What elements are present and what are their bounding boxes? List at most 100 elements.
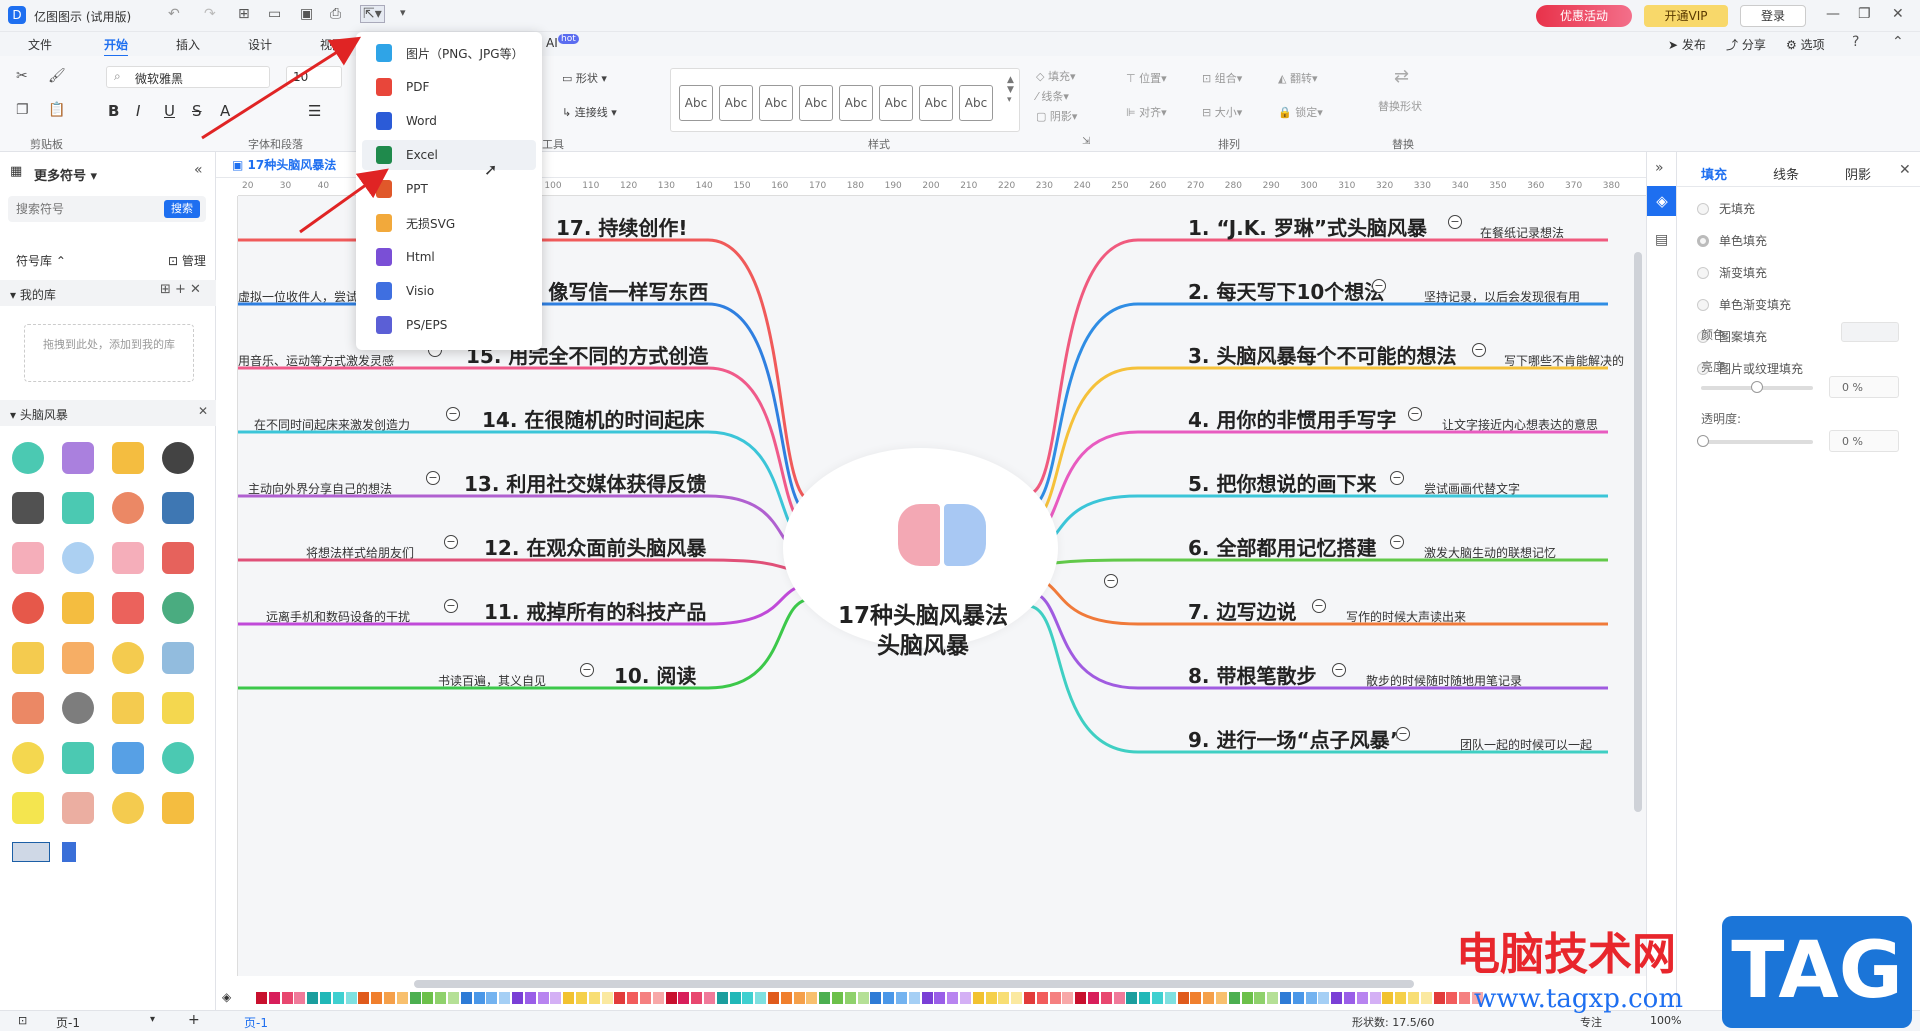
- format-painter-icon[interactable]: 🖌: [48, 68, 66, 84]
- gallery-scroll-icon[interactable]: ▲ ▼ ▾: [1007, 75, 1014, 105]
- brainstorm-symbol-icon[interactable]: [62, 442, 94, 474]
- collapse-toggle-icon[interactable]: −: [1390, 471, 1404, 485]
- palette-swatch[interactable]: [1331, 992, 1343, 1004]
- brainstorm-symbol-icon[interactable]: [162, 492, 194, 524]
- palette-swatch[interactable]: [1216, 992, 1227, 1004]
- library-actions-icon[interactable]: ⊞ + ✕: [160, 282, 201, 297]
- radio-icon[interactable]: [1697, 298, 1709, 311]
- export-menu-item[interactable]: Html: [362, 242, 536, 272]
- redo-icon[interactable]: ↷: [204, 6, 216, 22]
- promo-button[interactable]: 优惠活动: [1536, 5, 1632, 27]
- palette-swatch[interactable]: [1062, 992, 1074, 1004]
- palette-swatch[interactable]: [1254, 992, 1266, 1004]
- login-button[interactable]: 登录: [1740, 5, 1806, 27]
- new-icon[interactable]: ⊞: [238, 6, 250, 22]
- tab-shadow[interactable]: 阴影: [1845, 164, 1871, 183]
- collapse-toggle-icon[interactable]: −: [1408, 407, 1422, 421]
- customize-chevron-icon[interactable]: ▾: [400, 6, 406, 19]
- palette-swatch[interactable]: [358, 992, 370, 1004]
- brainstorm-symbol-icon[interactable]: [162, 442, 194, 474]
- palette-swatch[interactable]: [1267, 992, 1279, 1004]
- style-swatch[interactable]: Abc: [719, 85, 753, 121]
- collapse-toggle-icon[interactable]: −: [1372, 279, 1386, 293]
- brainstorm-symbol-icon[interactable]: [12, 792, 44, 824]
- paste-icon[interactable]: 📋: [48, 102, 65, 118]
- export-menu-item[interactable]: Excel: [362, 140, 536, 170]
- manage-button[interactable]: ⊡ 管理: [168, 252, 206, 269]
- export-menu-item[interactable]: PDF: [362, 72, 536, 102]
- palette-swatch[interactable]: [793, 992, 805, 1004]
- brainstorm-symbol-icon[interactable]: [62, 842, 76, 862]
- brainstorm-symbol-icon[interactable]: [112, 792, 144, 824]
- palette-swatch[interactable]: [729, 992, 741, 1004]
- radio-icon[interactable]: [1697, 234, 1709, 247]
- export-menu-item[interactable]: Word: [362, 106, 536, 136]
- palette-swatch[interactable]: [1139, 992, 1151, 1004]
- help-icon[interactable]: ?: [1852, 34, 1859, 50]
- menu-insert[interactable]: 插入: [176, 36, 200, 53]
- bold-icon[interactable]: B: [108, 102, 119, 120]
- line-button[interactable]: ⁄ 线条▾: [1036, 88, 1069, 104]
- palette-swatch[interactable]: [691, 992, 703, 1004]
- library-toggle[interactable]: 符号库 ⌃: [16, 252, 66, 269]
- branch-topic[interactable]: 13. 利用社交媒体获得反馈: [464, 468, 706, 497]
- palette-swatch[interactable]: [1459, 992, 1471, 1004]
- fill-option[interactable]: 单色填充: [1697, 232, 1767, 249]
- palette-swatch[interactable]: [716, 992, 728, 1004]
- palette-swatch[interactable]: [960, 992, 971, 1004]
- drop-zone[interactable]: 拖拽到此处，添加到我的库: [24, 324, 194, 382]
- menu-file[interactable]: 文件: [28, 36, 52, 53]
- connector-button[interactable]: ↳ 连接线 ▾: [562, 104, 617, 120]
- font-name-select[interactable]: 微软雅黑: [106, 66, 270, 88]
- palette-swatch[interactable]: [1420, 992, 1432, 1004]
- transparency-input[interactable]: 0 %: [1829, 430, 1899, 452]
- brainstorm-symbol-icon[interactable]: [12, 542, 44, 574]
- collapse-toggle-icon[interactable]: −: [1390, 535, 1404, 549]
- italic-icon[interactable]: I: [136, 102, 140, 120]
- symbol-search-button[interactable]: 搜索: [164, 200, 200, 218]
- minimize-icon[interactable]: —: [1826, 6, 1840, 22]
- palette-swatch[interactable]: [742, 992, 754, 1004]
- brainstorm-symbol-icon[interactable]: [162, 642, 194, 674]
- palette-swatch[interactable]: [384, 992, 395, 1004]
- list-icon[interactable]: ☰: [308, 102, 321, 120]
- transparency-slider[interactable]: [1701, 440, 1813, 444]
- shadow-button[interactable]: ▢ 阴影▾: [1036, 108, 1077, 124]
- brainstorm-symbol-icon[interactable]: [12, 742, 44, 774]
- replace-shape-icon[interactable]: ⇄: [1394, 66, 1409, 87]
- menu-design[interactable]: 设计: [248, 36, 272, 53]
- palette-swatch[interactable]: [768, 992, 779, 1004]
- style-swatch[interactable]: Abc: [839, 85, 873, 121]
- palette-swatch[interactable]: [832, 992, 843, 1004]
- brainstorm-symbol-icon[interactable]: [62, 492, 94, 524]
- palette-swatch[interactable]: [435, 992, 447, 1004]
- close-window-icon[interactable]: ✕: [1892, 6, 1904, 22]
- palette-swatch[interactable]: [1152, 992, 1163, 1004]
- color-picker[interactable]: [1841, 322, 1899, 342]
- export-menu-item[interactable]: PPT: [362, 174, 536, 204]
- brightness-input[interactable]: 0 %: [1829, 376, 1899, 398]
- brainstorm-symbol-icon[interactable]: [112, 542, 144, 574]
- branch-topic[interactable]: 6. 全部都用记忆搭建: [1188, 532, 1376, 561]
- brainstorm-symbol-icon[interactable]: [62, 542, 94, 574]
- palette-swatch[interactable]: [1177, 992, 1189, 1004]
- branch-topic[interactable]: 9. 进行一场“点子风暴”: [1188, 724, 1403, 753]
- palette-swatch[interactable]: [460, 992, 472, 1004]
- palette-swatch[interactable]: [947, 992, 959, 1004]
- shape-button[interactable]: ▭ 形状 ▾: [562, 70, 607, 86]
- branch-topic[interactable]: 12. 在观众面前头脑风暴: [484, 532, 706, 561]
- palette-swatch[interactable]: [1190, 992, 1202, 1004]
- flip-button[interactable]: ◭ 翻转▾: [1278, 70, 1318, 86]
- palette-swatch[interactable]: [1318, 992, 1330, 1004]
- symbol-search-input[interactable]: [16, 200, 156, 218]
- palette-swatch[interactable]: [294, 992, 306, 1004]
- palette-swatch[interactable]: [819, 992, 831, 1004]
- palette-swatch[interactable]: [627, 992, 639, 1004]
- align-button[interactable]: ⊫ 对齐▾: [1126, 104, 1167, 120]
- vip-button[interactable]: 开通VIP: [1644, 5, 1728, 27]
- palette-swatch[interactable]: [1408, 992, 1419, 1004]
- tab-line[interactable]: 线条: [1773, 164, 1799, 183]
- palette-swatch[interactable]: [1024, 992, 1035, 1004]
- cut-icon[interactable]: ✂: [16, 68, 28, 84]
- palette-swatch[interactable]: [1113, 992, 1125, 1004]
